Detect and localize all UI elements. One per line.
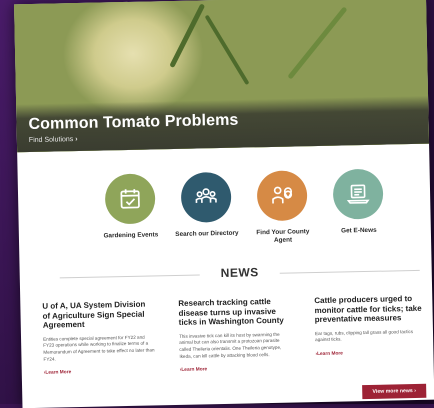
- quick-link-label: Find Your County Agent: [247, 228, 319, 246]
- news-article: Research tracking cattle disease turns u…: [178, 297, 292, 374]
- vine-stem: [169, 3, 205, 68]
- divider: [280, 270, 420, 274]
- divider: [60, 274, 200, 278]
- quick-link-search-directory[interactable]: Search our Directory: [170, 172, 243, 239]
- article-title[interactable]: U of A, UA System Division of Agricultur…: [42, 299, 155, 330]
- person-location-icon: [257, 170, 308, 221]
- quick-link-e-news[interactable]: Get E-News: [322, 168, 395, 235]
- people-icon: [181, 172, 232, 223]
- news-article: U of A, UA System Division of Agricultur…: [42, 299, 156, 376]
- quick-link-label: Search our Directory: [171, 230, 243, 240]
- find-solutions-label: Find Solutions: [29, 136, 73, 144]
- article-title[interactable]: Research tracking cattle disease turns u…: [178, 297, 291, 328]
- learn-more-link[interactable]: ›Learn More: [180, 366, 292, 373]
- quick-link-gardening-events[interactable]: Gardening Events: [94, 173, 167, 240]
- chevron-right-icon: ›: [414, 388, 416, 394]
- find-solutions-link[interactable]: Find Solutions›: [29, 136, 78, 144]
- vine-stem: [205, 15, 250, 86]
- view-more-label: View more news: [372, 388, 412, 395]
- learn-more-link[interactable]: ›Learn More: [315, 350, 427, 357]
- article-title[interactable]: Cattle producers urged to monitor cattle…: [314, 294, 427, 325]
- article-summary: Ear tags, rubs, clipping tall grass all …: [315, 329, 427, 345]
- page: Common Tomato Problems Find Solutions› G…: [14, 0, 434, 408]
- news-header: NEWS: [60, 262, 420, 286]
- quick-link-county-agent[interactable]: Find Your County Agent: [246, 170, 320, 245]
- quick-links: Gardening Events Search our Directory: [94, 168, 396, 254]
- calendar-check-icon: [105, 173, 156, 224]
- hero-banner: Common Tomato Problems Find Solutions›: [14, 0, 429, 152]
- view-more-news-button[interactable]: View more news ›: [362, 384, 426, 399]
- learn-more-link[interactable]: ›Learn More: [44, 369, 156, 376]
- vine-stem: [287, 6, 347, 79]
- quick-link-label: Gardening Events: [95, 231, 167, 241]
- news-article: Cattle producers urged to monitor cattle…: [314, 294, 427, 357]
- learn-more-label: Learn More: [181, 368, 207, 374]
- laptop-news-icon: [333, 169, 384, 220]
- chevron-right-icon: ›: [75, 136, 77, 143]
- article-summary: This invasive tick can kill its host by …: [179, 331, 292, 360]
- news-heading: NEWS: [210, 265, 270, 280]
- learn-more-label: Learn More: [317, 352, 343, 358]
- quick-link-label: Get E-News: [323, 226, 395, 236]
- learn-more-label: Learn More: [45, 371, 71, 377]
- article-summary: Entities complete special agreement for …: [43, 334, 156, 363]
